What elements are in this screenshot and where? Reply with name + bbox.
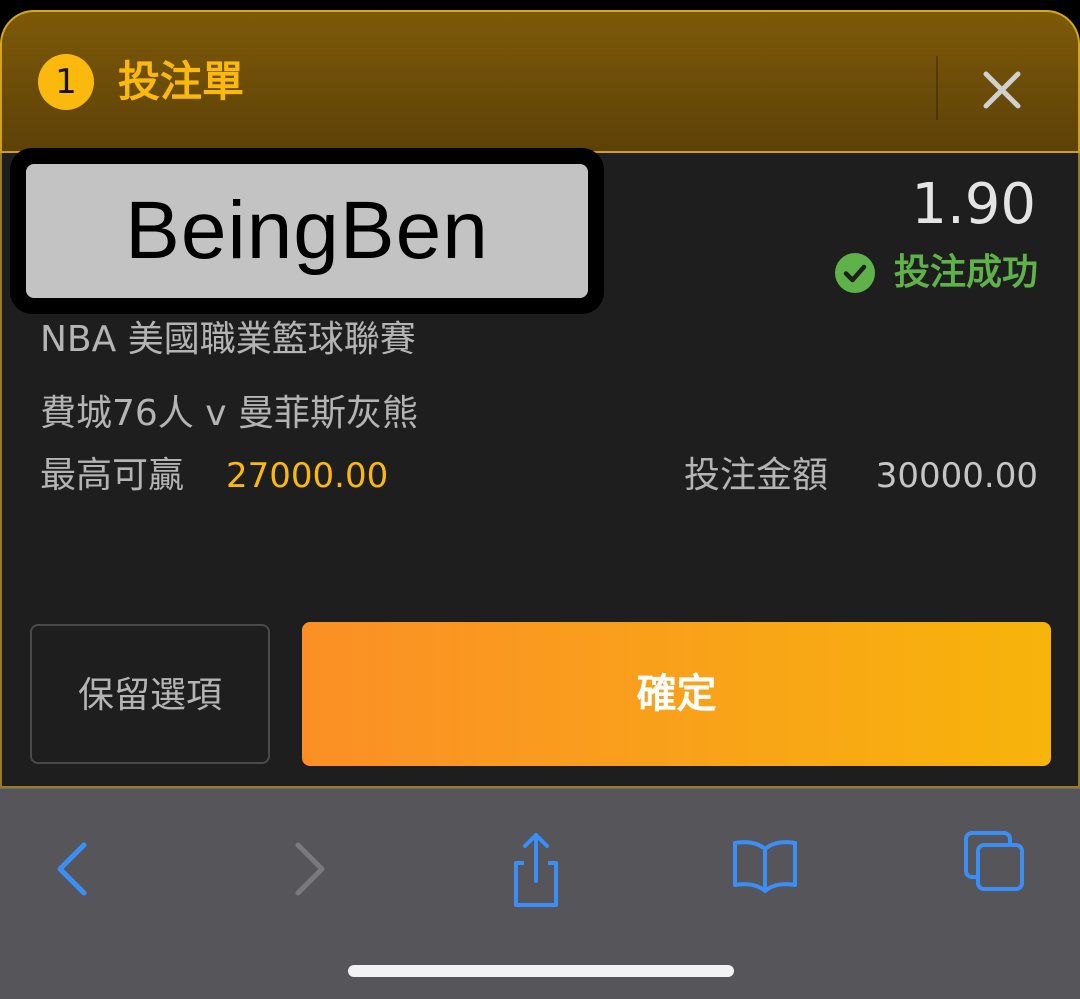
watermark-text: BeingBen [26, 164, 588, 298]
close-button[interactable] [974, 62, 1030, 118]
bookmarks-icon [733, 840, 797, 893]
watermark-overlay: BeingBen [10, 148, 604, 314]
check-circle-icon [834, 253, 875, 293]
bet-slip-header: 1 投注單 [0, 10, 1080, 153]
stake-value: 30000.00 [875, 456, 1038, 496]
tabs-icon [964, 831, 1024, 891]
bet-status: 投注成功 [834, 248, 1038, 298]
league-name: NBA 美國職業籃球聯賽 [40, 319, 416, 360]
back-button[interactable] [32, 829, 112, 909]
keep-selection-button[interactable]: 保留選項 [30, 624, 270, 764]
home-indicator [348, 965, 734, 977]
max-win-label: 最高可贏 [40, 455, 185, 496]
share-button[interactable] [494, 829, 574, 909]
share-icon [514, 833, 558, 907]
match-name: 費城76人 v 曼菲斯灰熊 [40, 393, 419, 434]
bet-slip-title: 投注單 [118, 57, 245, 106]
close-icon [983, 71, 1021, 109]
browser-toolbar [0, 788, 1080, 999]
forward-icon [295, 842, 325, 896]
bet-status-label: 投注成功 [893, 252, 1038, 293]
bet-odds: 1.90 [911, 172, 1036, 237]
bet-slip-sheet: 1 投注單 1.90 投注成功 NBA 美國職業籃球聯賽 費城76人 v 曼菲斯… [0, 10, 1080, 788]
tabs-button[interactable] [956, 829, 1036, 909]
stake-label: 投注金額 [684, 455, 829, 496]
bookmarks-button[interactable] [725, 829, 805, 909]
max-win-value: 27000.00 [226, 456, 389, 496]
forward-button[interactable] [268, 829, 348, 909]
back-icon [57, 842, 87, 896]
confirm-button[interactable]: 確定 [302, 622, 1051, 766]
bet-count-badge: 1 [38, 54, 94, 110]
header-divider [936, 56, 938, 120]
